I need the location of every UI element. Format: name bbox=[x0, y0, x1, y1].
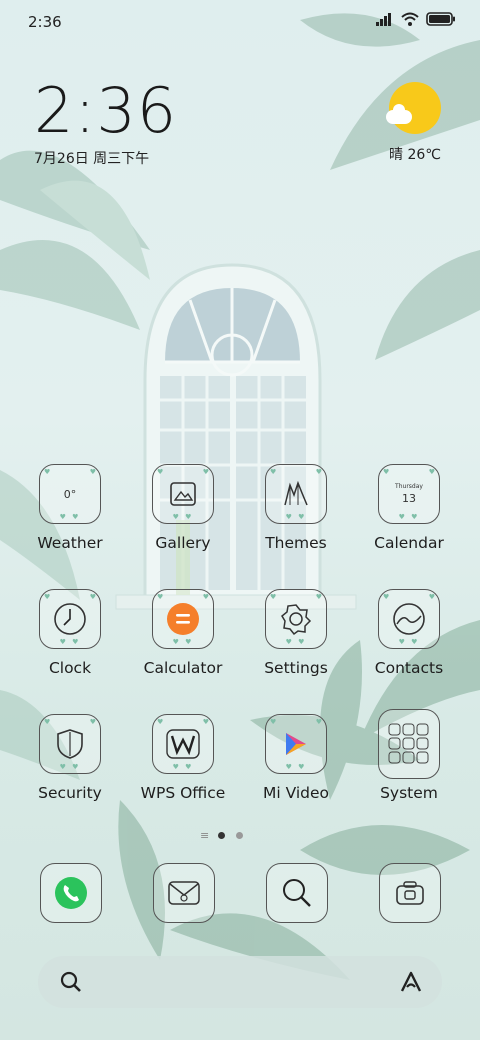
page-indicator[interactable]: ≡ bbox=[0, 828, 480, 844]
calendar-day: 13 bbox=[402, 492, 416, 505]
app-label: Calendar bbox=[374, 534, 444, 552]
clock-widget[interactable]: 2:36 7月26日 周三下午 bbox=[34, 78, 177, 168]
search-bar[interactable] bbox=[38, 956, 442, 1008]
clock-icon: ♥ ♥ ♥ ♥ bbox=[39, 589, 101, 649]
calendar-weekday: Thursday bbox=[395, 483, 423, 490]
widget-time: 2:36 bbox=[34, 74, 178, 147]
app-label: Contacts bbox=[374, 659, 444, 677]
page-dot-active bbox=[218, 832, 225, 839]
app-label: WPS Office bbox=[140, 784, 226, 802]
search-icon[interactable] bbox=[58, 969, 84, 995]
gallery-icon: ♥ ♥ ♥ ♥ bbox=[152, 464, 214, 524]
battery-icon bbox=[426, 12, 455, 26]
sun-cloud-icon bbox=[386, 82, 441, 134]
page-list-icon: ≡ bbox=[200, 829, 210, 842]
mi-video-icon: ♥ ♥ ♥ ♥ bbox=[265, 714, 327, 774]
wps-office-icon: ♥ ♥ ♥ ♥ bbox=[152, 714, 214, 774]
app-label: Security bbox=[38, 784, 102, 802]
weather-app-icon: ♥ ♥ 0° ♥ ♥ bbox=[39, 464, 101, 524]
app-gallery[interactable]: ♥ ♥ ♥ ♥ Gallery bbox=[133, 464, 233, 552]
app-label: Mi Video bbox=[262, 784, 330, 802]
messages-icon bbox=[168, 881, 200, 905]
app-label: Themes bbox=[265, 534, 327, 552]
settings-icon: ♥ ♥ ♥ ♥ bbox=[265, 589, 327, 649]
app-system-folder[interactable]: System bbox=[359, 709, 459, 802]
dock-messages[interactable] bbox=[153, 863, 215, 923]
dock-phone[interactable] bbox=[40, 863, 102, 923]
app-label: System bbox=[380, 784, 438, 802]
widget-date: 7月26日 周三下午 bbox=[34, 151, 150, 167]
app-settings[interactable]: ♥ ♥ ♥ ♥ Settings bbox=[246, 589, 346, 677]
app-label: Gallery bbox=[155, 534, 211, 552]
shield-icon: ♥ ♥ ♥ ♥ bbox=[39, 714, 101, 774]
calculator-icon: ♥ ♥ ♥ ♥ bbox=[152, 589, 214, 649]
app-mi-video[interactable]: ♥ ♥ ♥ ♥ Mi Video bbox=[246, 714, 346, 802]
app-label: Weather bbox=[37, 534, 103, 552]
folder-icon bbox=[378, 709, 440, 779]
app-security[interactable]: ♥ ♥ ♥ ♥ Security bbox=[20, 714, 120, 802]
app-label: Calculator bbox=[143, 659, 223, 677]
app-label: Clock bbox=[48, 659, 92, 677]
status-bar: 2:36 bbox=[0, 0, 480, 42]
app-clock[interactable]: ♥ ♥ ♥ ♥ Clock bbox=[20, 589, 120, 677]
weather-icon-temp: 0° bbox=[63, 487, 77, 501]
app-wps-office[interactable]: ♥ ♥ ♥ ♥ WPS Office bbox=[133, 714, 233, 802]
dock-camera[interactable] bbox=[379, 863, 441, 923]
wifi-icon bbox=[401, 12, 419, 26]
app-contacts[interactable]: ♥ ♥ ♥ ♥ Contacts bbox=[359, 589, 459, 677]
themes-icon: ♥ ♥ ♥ ♥ bbox=[265, 464, 327, 524]
app-calendar[interactable]: ♥ ♥ Thursday 13 ♥ ♥ Calendar bbox=[359, 464, 459, 552]
signal-icon bbox=[376, 13, 391, 26]
contacts-icon: ♥ ♥ ♥ ♥ bbox=[378, 589, 440, 649]
status-time: 2:36 bbox=[28, 13, 62, 31]
app-themes[interactable]: ♥ ♥ ♥ ♥ Themes bbox=[246, 464, 346, 552]
calendar-icon: ♥ ♥ Thursday 13 ♥ ♥ bbox=[378, 464, 440, 524]
weather-widget[interactable]: 晴 26℃ bbox=[384, 82, 446, 164]
browser-search-icon bbox=[283, 879, 311, 907]
dock-browser[interactable] bbox=[266, 863, 328, 923]
assistant-a-icon[interactable] bbox=[398, 969, 424, 995]
app-label: Settings bbox=[264, 659, 328, 677]
app-calculator[interactable]: ♥ ♥ ♥ ♥ Calculator bbox=[133, 589, 233, 677]
page-dot bbox=[236, 832, 243, 839]
app-weather[interactable]: ♥ ♥ 0° ♥ ♥ Weather bbox=[20, 464, 120, 552]
camera-icon bbox=[396, 881, 424, 905]
phone-icon bbox=[55, 877, 87, 909]
weather-text: 晴 26℃ bbox=[389, 147, 441, 163]
